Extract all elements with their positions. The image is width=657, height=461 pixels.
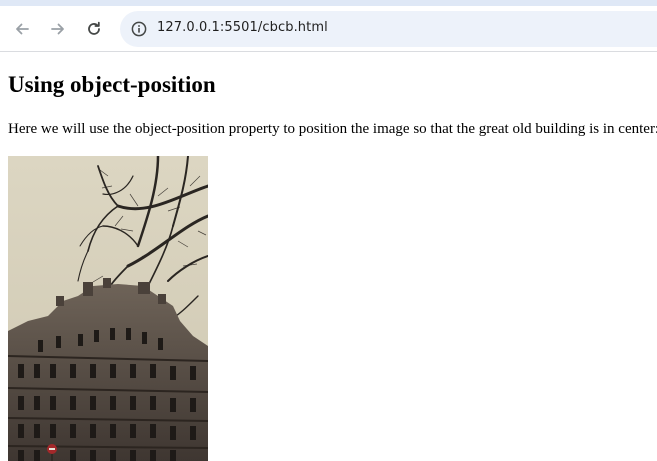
reload-button[interactable] — [80, 15, 108, 43]
building-photo-graphic — [8, 156, 208, 461]
page-content: Using object-position Here we will use t… — [0, 52, 657, 461]
reload-icon — [88, 21, 100, 35]
url-text[interactable]: 127.0.0.1:5501/cbcb.html — [157, 20, 328, 35]
page-description: Here we will use the object-position pro… — [8, 121, 657, 137]
arrow-left-icon — [16, 23, 29, 35]
browser-window: 127.0.0.1:5501/cbcb.html Using object-po… — [0, 0, 657, 461]
info-icon[interactable] — [130, 20, 148, 38]
building-photo — [8, 156, 208, 461]
address-bar[interactable]: 127.0.0.1:5501/cbcb.html — [120, 11, 657, 47]
browser-toolbar: 127.0.0.1:5501/cbcb.html — [0, 0, 657, 52]
back-button[interactable] — [8, 15, 36, 43]
page-title: Using object-position — [8, 72, 216, 97]
arrow-right-icon — [51, 23, 64, 35]
forward-button[interactable] — [44, 15, 72, 43]
